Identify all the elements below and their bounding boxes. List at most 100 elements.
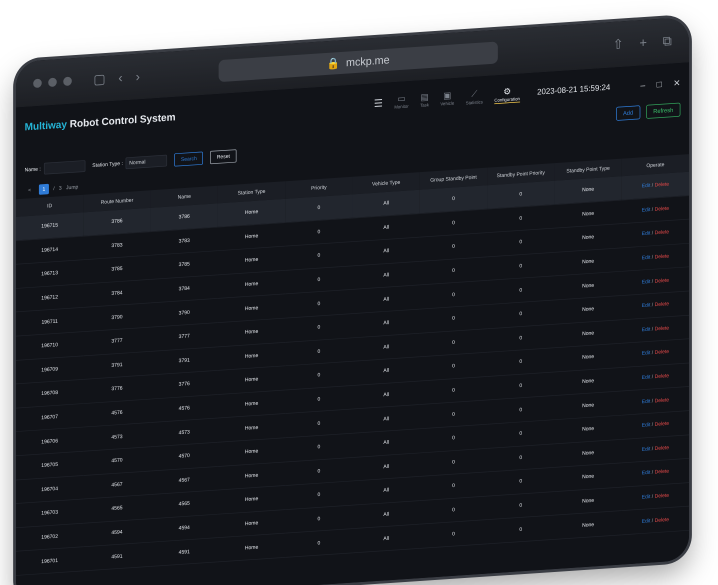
edit-link[interactable]: Edit	[642, 327, 651, 333]
delete-link[interactable]: Delete	[655, 517, 669, 523]
total-pages: 3	[58, 185, 62, 191]
delete-link[interactable]: Delete	[655, 469, 669, 475]
table-cell: 196701	[16, 546, 84, 576]
menu-item-vehicle[interactable]: ▣ Vehicle	[440, 90, 454, 107]
window-dots	[33, 76, 72, 89]
edit-link[interactable]: Edit	[642, 207, 651, 213]
menu-item-task[interactable]: ▤ Task	[420, 92, 429, 109]
menu-item-monitor[interactable]: ▭ Monitor	[394, 93, 408, 110]
tablet-device: ▢ ‹ › 🔒 mckp.me ⇧ + ⧉ Multiway Robot Con…	[16, 16, 690, 585]
name-input[interactable]	[43, 160, 86, 175]
delete-link[interactable]: Delete	[655, 278, 669, 284]
edit-link[interactable]: Edit	[642, 375, 651, 381]
edit-link[interactable]: Edit	[642, 423, 651, 429]
separator: /	[651, 470, 654, 476]
window-dot[interactable]	[33, 78, 42, 89]
jump-button[interactable]: Jump	[66, 184, 78, 190]
scene: ▢ ‹ › 🔒 mckp.me ⇧ + ⧉ Multiway Robot Con…	[0, 0, 718, 585]
table-cell: 0	[285, 528, 353, 558]
station-type-filter: Station Type : Normal	[92, 154, 168, 172]
app-title: Multiway Robot Control System	[25, 111, 176, 133]
table-cell: Home	[217, 533, 286, 562]
search-button[interactable]: Search	[174, 151, 204, 167]
configuration-icon: ⚙	[503, 85, 512, 97]
add-button[interactable]: Add	[615, 105, 641, 121]
table-cell: 4591	[83, 542, 151, 571]
app-title-accent: Multiway	[24, 118, 67, 133]
delete-link[interactable]: Delete	[655, 302, 669, 308]
separator: /	[651, 278, 654, 285]
new-tab-icon[interactable]: +	[639, 35, 647, 51]
name-label: Name :	[24, 166, 41, 173]
tabs-icon[interactable]: ⧉	[663, 33, 672, 49]
separator: /	[651, 254, 654, 261]
table-cell: 4591	[150, 537, 218, 567]
delete-link[interactable]: Delete	[655, 206, 669, 212]
statistics-icon: ⟋	[471, 87, 478, 99]
menu-item-statistics[interactable]: ⟋ Statistics	[466, 88, 483, 106]
edit-link[interactable]: Edit	[642, 303, 651, 309]
delete-link[interactable]: Delete	[655, 326, 669, 332]
edit-link[interactable]: Edit	[642, 279, 651, 285]
reset-button[interactable]: Reset	[210, 149, 237, 165]
task-icon: ▤	[420, 91, 429, 103]
minimize-icon[interactable]: –	[640, 80, 645, 91]
edit-link[interactable]: Edit	[642, 470, 651, 476]
edit-link[interactable]: Edit	[642, 399, 651, 405]
maximize-icon[interactable]: □	[657, 79, 662, 90]
refresh-button[interactable]: Refresh	[646, 102, 681, 119]
share-icon[interactable]: ⇧	[613, 36, 624, 52]
separator: /	[651, 231, 654, 237]
separator: /	[651, 398, 654, 404]
browser-actions: ⇧ + ⧉	[613, 33, 672, 52]
delete-link[interactable]: Delete	[655, 350, 669, 356]
monitor-icon: ▭	[397, 93, 406, 104]
table-cell: 0	[419, 519, 488, 549]
separator: /	[651, 207, 654, 213]
delete-link[interactable]: Delete	[655, 421, 669, 427]
delete-link[interactable]: Delete	[655, 374, 669, 380]
delete-link[interactable]: Delete	[655, 493, 669, 499]
edit-link[interactable]: Edit	[642, 494, 651, 500]
separator: /	[651, 494, 654, 500]
edit-link[interactable]: Edit	[642, 447, 651, 453]
separator: /	[651, 183, 654, 189]
operate-cell: Edit/Delete	[621, 506, 690, 535]
separator: /	[651, 374, 654, 380]
edit-link[interactable]: Edit	[642, 255, 651, 261]
table-cell: None	[554, 510, 622, 540]
menu-item-label: Task	[420, 103, 429, 109]
vehicle-icon: ▣	[443, 90, 452, 101]
edit-link[interactable]: Edit	[642, 351, 651, 357]
app-window: Multiway Robot Control System ☰ ▭ Monito…	[16, 62, 690, 585]
menu-item-label: Statistics	[465, 100, 483, 106]
edit-link[interactable]: Edit	[642, 183, 651, 189]
forward-icon[interactable]: ›	[136, 69, 140, 85]
url-bar[interactable]: 🔒 mckp.me	[218, 41, 498, 83]
page-1-button[interactable]: 1	[38, 183, 49, 195]
menu-item-configuration[interactable]: ⚙ Configuration	[494, 85, 520, 104]
window-dot[interactable]	[48, 77, 57, 87]
close-icon[interactable]: ✕	[673, 78, 680, 89]
delete-link[interactable]: Delete	[655, 182, 669, 188]
datetime: 2023-08-21 15:59:24	[537, 83, 611, 97]
edit-link[interactable]: Edit	[642, 231, 651, 237]
delete-link[interactable]: Delete	[655, 397, 669, 403]
delete-link[interactable]: Delete	[655, 254, 669, 260]
delete-link[interactable]: Delete	[655, 230, 669, 236]
delete-link[interactable]: Delete	[655, 445, 669, 451]
menu-item-label: Configuration	[494, 96, 520, 103]
page-separator: /	[53, 186, 55, 192]
station-type-select[interactable]: Normal	[125, 154, 168, 170]
back-icon[interactable]: ‹	[118, 70, 122, 86]
prev-page-button[interactable]: <	[25, 185, 35, 196]
edit-link[interactable]: Edit	[642, 518, 651, 524]
sidebar-toggle-icon[interactable]: ▢	[93, 71, 105, 87]
menu-toggle-icon[interactable]: ☰	[374, 96, 383, 109]
table-cell: 0	[487, 515, 555, 544]
separator: /	[651, 422, 654, 428]
station-type-label: Station Type :	[92, 160, 123, 169]
url-text: mckp.me	[346, 53, 390, 69]
separator: /	[651, 350, 654, 356]
window-dot[interactable]	[63, 76, 72, 86]
